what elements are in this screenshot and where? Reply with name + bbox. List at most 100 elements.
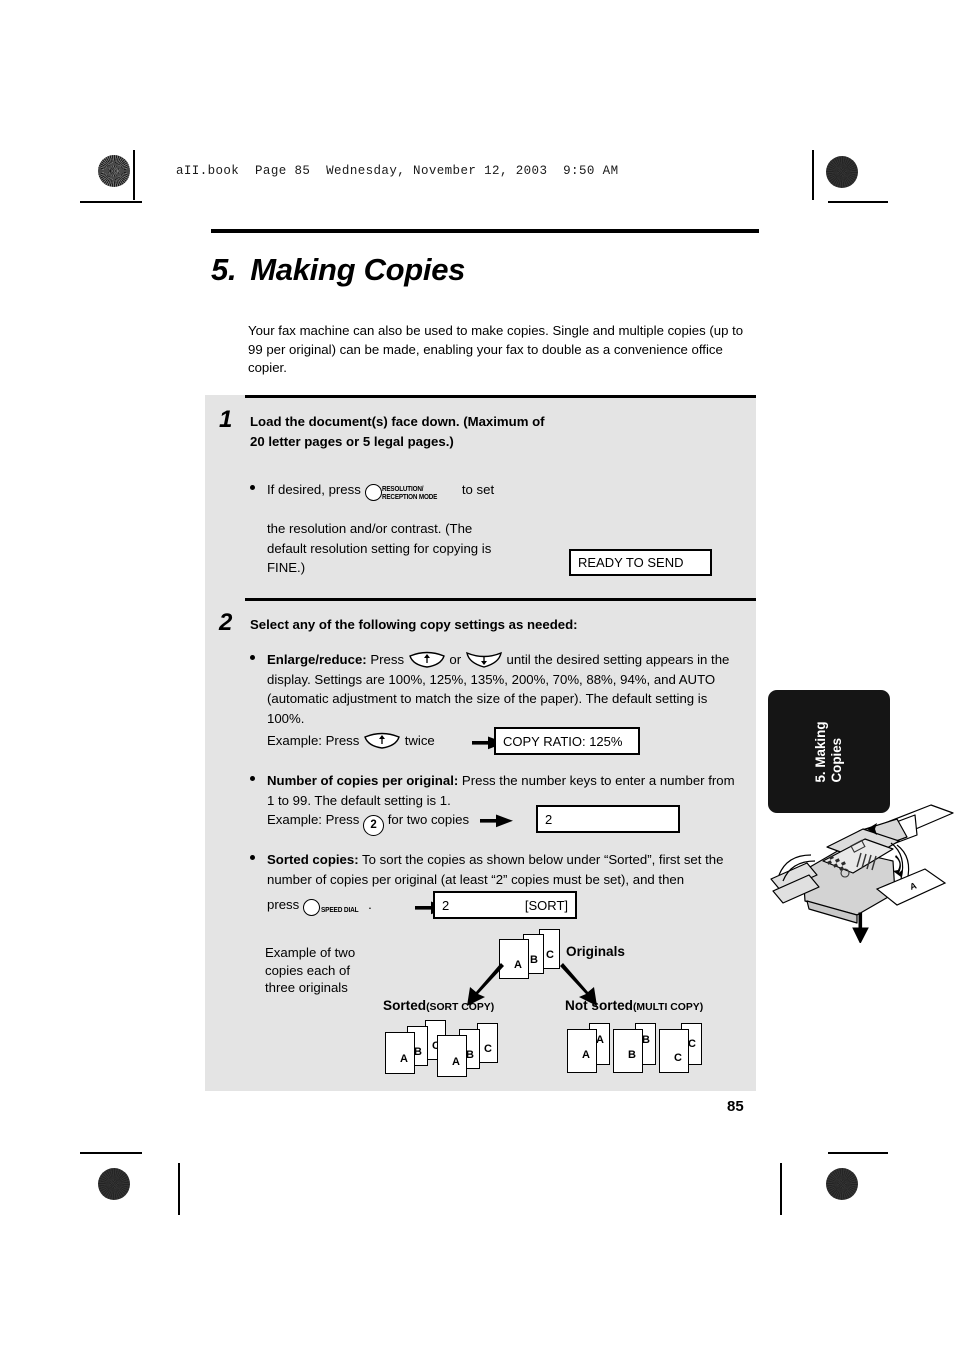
crosshair-mark-left-middle [88, 645, 134, 691]
resolution-reception-mode-key[interactable]: RESOLUTION/RECEPTION MODE [364, 484, 445, 504]
sorted-example-pre: press [267, 897, 300, 912]
enlarge-example-pre: Example: Press [267, 733, 360, 748]
sorted-copies-label: Sorted copies: [267, 852, 359, 867]
title-divider-rule [211, 229, 759, 233]
crosshair-mark-bottom-center [455, 1162, 501, 1208]
step1-top-rule [245, 395, 756, 398]
sheet-letter: B [628, 1049, 636, 1061]
halftone-registration-mark-bottom-right [826, 1168, 858, 1200]
sorted-sheet-a1: A [385, 1032, 415, 1074]
sheet-letter: C [546, 949, 554, 961]
copy-ratio-display-text: COPY RATIO: 125% [503, 733, 623, 749]
keypad-key-2[interactable]: 2 [363, 815, 385, 836]
bullet-dot [250, 776, 255, 781]
step2-top-rule [245, 598, 756, 601]
copies-example-post: for two copies [387, 812, 470, 827]
originals-stack: C B A [499, 929, 563, 979]
halftone-registration-mark-top-left [98, 155, 130, 187]
originals-label: Originals [566, 944, 625, 959]
not-sorted-sheet-a1: A [567, 1029, 597, 1073]
sheet-letter: B [642, 1034, 650, 1046]
procedure-panel: 1 Load the document(s) face down. (Maxim… [205, 395, 954, 1091]
step-2-heading: Select any of the following copy setting… [250, 617, 578, 632]
copy-ratio-display: COPY RATIO: 125% [494, 727, 640, 755]
book-running-header: aII.book Page 85 Wednesday, November 12,… [176, 164, 619, 178]
sorted-sheet-a2: A [437, 1035, 467, 1077]
bullet-sorted-copies: Sorted copies: To sort the copies as sho… [250, 850, 745, 889]
chapter-side-tab: 5. Making Copies [768, 690, 890, 813]
crosshair-mark-left-lower [90, 1107, 136, 1153]
not-sorted-sheet-c1: C [659, 1029, 689, 1073]
sheet-letter: A [452, 1056, 460, 1068]
step-1-display: READY TO SEND [569, 549, 712, 576]
step-1-heading: Load the document(s) face down. (Maximum… [250, 414, 545, 449]
sorted-label-sub: (SORT COPY) [426, 1002, 495, 1013]
halftone-registration-mark-top-right [826, 156, 858, 188]
copies-count-display: 2 [536, 805, 680, 833]
fax-machine-illustration: A [770, 804, 954, 943]
copies-count-display-text: 2 [545, 811, 553, 827]
not-sorted-label-sub: (MULTI COPY) [632, 1002, 704, 1013]
crosshair-mark-bottom-right [772, 1162, 818, 1208]
up-arrow-rocker-key-example[interactable] [363, 732, 401, 749]
chapter-intro-paragraph: Your fax machine can also be used to mak… [248, 323, 744, 376]
trim-guide-right [812, 150, 814, 200]
sheet-letter: B [530, 954, 538, 966]
trim-guide-left [133, 150, 135, 200]
step-2-number: 2 [219, 609, 233, 636]
step-1-number: 1 [219, 406, 233, 433]
resolution-caption-line2: RECEPTION MODE [381, 492, 437, 501]
trim-guide-bottom-right [780, 1163, 782, 1215]
sheet-letter: A [514, 959, 522, 971]
enlarge-reduce-press: Press [370, 652, 405, 667]
sheet-letter: A [596, 1034, 604, 1046]
page-title: 5. Making Copies [211, 252, 465, 288]
enlarge-reduce-or: or [449, 652, 462, 667]
sort-display-left: 2 [442, 897, 450, 913]
not-sorted-output-group: A A B B C C [567, 1020, 702, 1080]
crop-rule-bottom-right [828, 1152, 888, 1154]
sorted-sheet-c2: C [477, 1023, 498, 1063]
page-number: 85 [727, 1098, 744, 1115]
chapter-number: 5. [211, 252, 237, 287]
diagram-note: Example of two copies each of three orig… [265, 945, 356, 996]
sheet-letter: C [674, 1052, 682, 1064]
sorted-label: Sorted(SORT COPY) [383, 998, 494, 1013]
crosshair-mark-left-upper [90, 196, 136, 242]
crosshair-mark-right-lower [826, 1107, 872, 1153]
round-button-icon [364, 484, 382, 501]
step-1-bullet-pre: If desired, press [267, 482, 361, 497]
arrow-right-icon-copies [480, 814, 513, 828]
sorted-label-text: Sorted [383, 998, 427, 1013]
step-1-bullet: If desired, press RESOLUTION/RECEPTION M… [250, 480, 542, 504]
crop-rule-bottom-left [80, 1152, 142, 1154]
not-sorted-label-text: Not sorted [565, 998, 633, 1013]
step-1-bullet-rest: the resolution and/or contrast. (The def… [267, 521, 492, 575]
sheet-letter: A [582, 1049, 590, 1061]
sheet-letter: B [466, 1049, 474, 1061]
not-sorted-sheet-b1: B [613, 1029, 643, 1073]
chapter-side-tab-label: 5. Making Copies [813, 720, 844, 783]
round-button-icon [302, 899, 320, 916]
bullet-dot [250, 485, 255, 490]
down-arrow-rocker-key[interactable] [465, 651, 503, 668]
speed-dial-key[interactable]: SPEED DIAL [302, 899, 365, 920]
step-1-bullet-post: to set [461, 482, 495, 497]
up-arrow-rocker-key[interactable] [408, 651, 446, 668]
halftone-registration-mark-bottom-left [98, 1168, 130, 1200]
copies-example-pre: Example: Press [267, 812, 360, 827]
sheet-letter: C [688, 1038, 696, 1050]
sort-display: 2 [SORT] [433, 891, 577, 919]
page-canvas: aII.book Page 85 Wednesday, November 12,… [0, 0, 954, 1351]
trim-guide-bottom-left [178, 1163, 180, 1215]
crosshair-mark-right-middle [826, 645, 872, 691]
number-of-copies-label: Number of copies per original: [267, 773, 459, 788]
sort-display-right: [SORT] [524, 897, 568, 913]
bullet-dot [250, 655, 255, 660]
enlarge-example-post: twice [404, 733, 435, 748]
sorted-example-post: . [368, 897, 372, 912]
chapter-title-text: Making Copies [250, 252, 466, 287]
crosshair-mark-bottom-left [146, 1162, 192, 1208]
bullet-enlarge-reduce: Enlarge/reduce: Press or until the desir… [250, 650, 739, 728]
enlarge-reduce-label: Enlarge/reduce: [267, 652, 367, 667]
